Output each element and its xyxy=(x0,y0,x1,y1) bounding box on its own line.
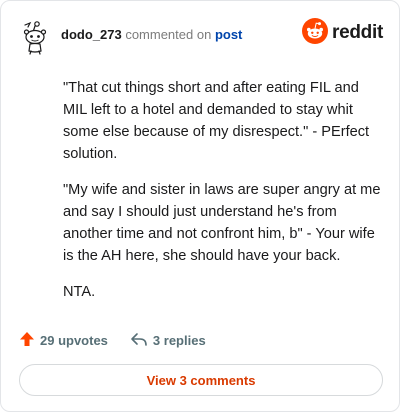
comment-paragraph: "My wife and sister in laws are super an… xyxy=(63,182,381,264)
upvotes-label: 29 upvotes xyxy=(40,332,108,348)
reddit-logo-icon xyxy=(302,17,329,49)
commented-on-text: commented on xyxy=(125,27,212,42)
comment-body: "That cut things short and after eating … xyxy=(63,77,381,317)
comment-meta: dodo_273 commented on post xyxy=(61,27,242,42)
upvotes-stat[interactable]: 29 upvotes xyxy=(19,331,108,350)
reddit-logo[interactable]: reddit xyxy=(302,17,383,49)
upvote-arrow-icon[interactable] xyxy=(19,331,40,350)
replies-stat[interactable]: 3 replies xyxy=(130,331,206,350)
comment-paragraph: "That cut things short and after eating … xyxy=(63,80,370,162)
comment-header: dodo_273 commented on post reddit xyxy=(19,15,383,55)
post-link[interactable]: post xyxy=(215,27,242,42)
reddit-logo-text: reddit xyxy=(332,22,383,43)
comment-paragraph: NTA. xyxy=(63,284,96,300)
username-link[interactable]: dodo_273 xyxy=(61,27,122,42)
replies-label: 3 replies xyxy=(152,332,206,348)
snoo-avatar-icon[interactable] xyxy=(19,19,51,55)
view-comments-button[interactable]: View 3 comments xyxy=(19,364,383,396)
reply-arrow-icon[interactable] xyxy=(130,331,153,350)
comment-card: dodo_273 commented on post reddit "That … xyxy=(0,0,400,412)
comment-footer: 29 upvotes 3 replies xyxy=(19,330,206,350)
